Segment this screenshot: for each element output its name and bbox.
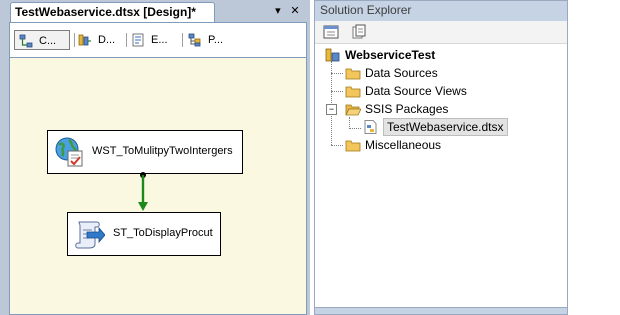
tab-label: E... — [151, 34, 168, 46]
ssis-project-icon — [325, 48, 340, 62]
designer-tab-strip: C... D... E... P... — [10, 23, 306, 58]
tab-control-flow[interactable]: C... — [14, 30, 70, 50]
tab-package-explorer[interactable]: P... — [184, 30, 227, 50]
folder-icon — [345, 86, 361, 98]
close-icon[interactable]: ✕ — [288, 4, 302, 18]
tab-data-flow[interactable]: D... — [74, 30, 119, 50]
package-explorer-icon — [188, 33, 201, 47]
tree-line — [331, 73, 343, 74]
folder-label: SSIS Packages — [365, 102, 449, 116]
tree-line — [331, 91, 343, 92]
script-task-icon — [75, 221, 105, 249]
project-label: WebserviceTest — [345, 48, 436, 62]
task-name: ST_ToDisplayProcut — [113, 227, 213, 239]
data-flow-icon — [78, 34, 91, 46]
pin-dropdown-icon[interactable]: ▾ — [271, 4, 285, 18]
document-tab[interactable]: TestWebaservice.dtsx [Design]* — [10, 2, 215, 22]
folder-icon — [345, 140, 361, 152]
tree-line — [349, 128, 361, 129]
open-folder-icon — [345, 104, 361, 116]
solution-explorer-panel: Solution Explorer WebserviceTest Data So… — [314, 0, 568, 315]
document-controls: ▾ ✕ — [271, 4, 302, 18]
package-file-icon — [364, 120, 377, 134]
designer-window: TestWebaservice.dtsx [Design]* ▾ ✕ C... — [0, 0, 310, 315]
web-service-task-icon — [55, 137, 83, 167]
designer-canvas[interactable]: C... D... E... P... WST_ToMulitpyTwoInte… — [9, 22, 307, 315]
web-service-task[interactable]: WST_ToMulitpyTwoIntergers — [47, 130, 243, 174]
script-task[interactable]: ST_ToDisplayProcut — [67, 212, 221, 256]
tab-event-handlers[interactable]: E... — [127, 30, 172, 50]
properties-panel-edge — [315, 307, 567, 314]
tab-label: D... — [98, 34, 116, 46]
document-tab-title: TestWebaservice.dtsx [Design]* — [15, 5, 196, 19]
event-handlers-icon — [132, 33, 144, 47]
solution-explorer-toolbar — [315, 21, 567, 44]
tab-label: P... — [208, 34, 224, 46]
folder-label: Data Source Views — [365, 84, 467, 98]
panel-title: Solution Explorer — [315, 1, 567, 21]
show-all-files-icon[interactable] — [351, 24, 367, 40]
precedence-constraint-arrow[interactable] — [137, 171, 149, 213]
folder-label: Miscellaneous — [365, 138, 442, 152]
control-flow-icon — [19, 34, 33, 48]
solution-tree: WebserviceTest Data Sources Data Source … — [315, 43, 567, 300]
package-label: TestWebaservice.dtsx — [383, 118, 508, 136]
collapse-toggle[interactable]: − — [326, 104, 337, 115]
folder-icon — [345, 68, 361, 80]
properties-icon[interactable] — [323, 24, 339, 40]
folder-label: Data Sources — [365, 66, 438, 80]
tab-label: C... — [39, 35, 57, 47]
task-name: WST_ToMulitpyTwoIntergers — [92, 145, 233, 157]
tab-divider — [182, 33, 183, 47]
tree-line — [331, 145, 343, 146]
